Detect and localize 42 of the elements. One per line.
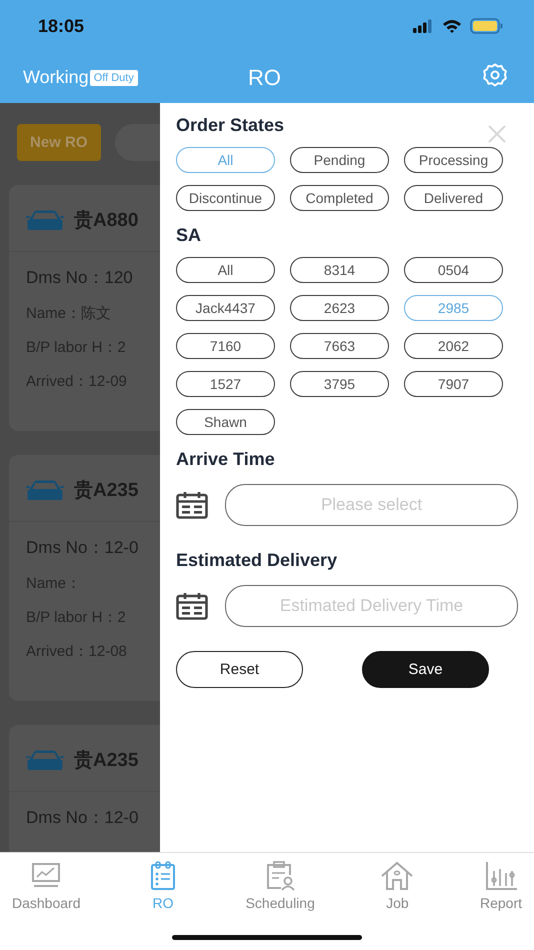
car-icon bbox=[26, 479, 64, 501]
close-icon[interactable] bbox=[487, 124, 507, 144]
filter-chip[interactable]: Delivered bbox=[404, 185, 503, 211]
filter-chip[interactable]: 1527 bbox=[176, 371, 275, 397]
filter-chip[interactable]: 3795 bbox=[290, 371, 389, 397]
section-title: Order States bbox=[176, 115, 284, 136]
bar-chart-icon bbox=[484, 861, 518, 891]
plate-number: 贵A235 bbox=[74, 478, 138, 503]
car-icon bbox=[26, 749, 64, 771]
filter-chip[interactable]: 2623 bbox=[290, 295, 389, 321]
calendar-icon bbox=[176, 491, 208, 519]
plate-number: 贵A235 bbox=[74, 748, 138, 773]
battery-icon bbox=[470, 18, 504, 34]
filter-chip[interactable]: 0504 bbox=[404, 257, 503, 283]
car-icon bbox=[26, 209, 64, 231]
wifi-icon bbox=[442, 19, 462, 33]
save-button[interactable]: Save bbox=[362, 651, 489, 688]
filter-chip[interactable]: Processing bbox=[404, 147, 503, 173]
section-title: Arrive Time bbox=[176, 449, 275, 470]
status-time: 18:05 bbox=[38, 16, 84, 36]
calendar-icon bbox=[176, 592, 208, 620]
signal-icon bbox=[412, 19, 434, 33]
filter-chip[interactable]: 7663 bbox=[290, 333, 389, 359]
mode-label: Working bbox=[23, 67, 89, 88]
filter-chip[interactable]: 2062 bbox=[404, 333, 503, 359]
filter-chip[interactable]: Discontinue bbox=[176, 185, 275, 211]
filter-chip[interactable]: Jack4437 bbox=[176, 295, 275, 321]
reset-button[interactable]: Reset bbox=[176, 651, 303, 688]
filter-chip[interactable]: Shawn bbox=[176, 409, 275, 435]
plate-number: 贵A880 bbox=[74, 208, 138, 233]
filter-chip[interactable]: All bbox=[176, 257, 275, 283]
house-icon bbox=[380, 861, 414, 891]
filter-chip[interactable]: 7907 bbox=[404, 371, 503, 397]
filter-chip[interactable]: Completed bbox=[290, 185, 389, 211]
section-title: Estimated Delivery bbox=[176, 550, 338, 571]
filter-chip[interactable]: Pending bbox=[290, 147, 389, 173]
filter-chip[interactable]: 8314 bbox=[290, 257, 389, 283]
filter-pill[interactable] bbox=[114, 124, 160, 160]
page-title: RO bbox=[248, 64, 281, 90]
section-title: SA bbox=[176, 225, 202, 246]
filter-chip[interactable]: 7160 bbox=[176, 333, 275, 359]
settings-icon[interactable] bbox=[482, 62, 508, 88]
